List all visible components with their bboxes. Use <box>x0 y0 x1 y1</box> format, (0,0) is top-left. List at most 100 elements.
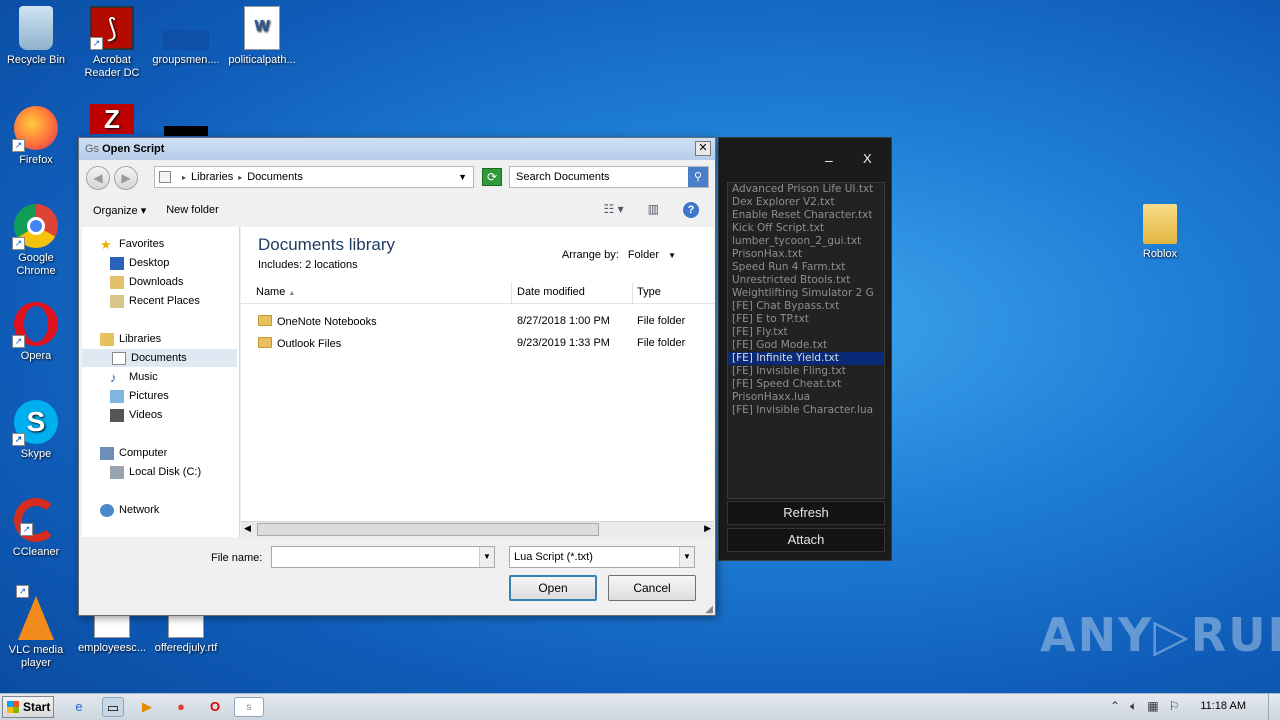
refresh-icon[interactable]: ⟳ <box>482 168 502 186</box>
script-list-item[interactable]: Advanced Prison Life UI.txt <box>728 183 884 196</box>
column-date[interactable]: Date modified <box>517 286 585 298</box>
script-list-item[interactable]: [FE] Invisible Fling.txt <box>728 365 884 378</box>
chrome-taskbar-icon[interactable]: ● <box>170 697 192 717</box>
nav-recent-places[interactable]: Recent Places <box>110 292 200 310</box>
start-button[interactable]: Start <box>2 696 54 718</box>
nav-downloads[interactable]: Downloads <box>110 273 183 291</box>
internet-explorer-icon[interactable]: e <box>68 697 90 717</box>
desktop-icon-vlc[interactable]: ↗ VLC media player <box>0 585 74 670</box>
show-hidden-icons-icon[interactable]: ⌃ <box>1110 699 1120 714</box>
desktop-icon-acrobat[interactable]: ⟆ ↗ Acrobat Reader DC <box>74 6 150 80</box>
chevron-down-icon[interactable]: ▼ <box>458 172 467 182</box>
desktop-icon-chrome[interactable]: ↗ Google Chrome <box>0 204 74 278</box>
volume-icon[interactable]: 🔈︎ <box>1130 699 1137 714</box>
horizontal-scrollbar[interactable]: ◀ ▶ <box>241 521 714 537</box>
view-options-icon[interactable]: ☷ ▾ <box>604 202 624 218</box>
desktop-icon-firefox[interactable]: ↗ Firefox <box>0 106 74 167</box>
file-row[interactable]: OneNote Notebooks 8/27/2018 1:00 PM File… <box>241 312 714 332</box>
preview-pane-icon[interactable]: ▥ <box>648 202 659 218</box>
desktop-icon-recycle-bin[interactable]: Recycle Bin <box>0 6 74 67</box>
resize-grip-icon[interactable]: ◢ <box>705 604 713 615</box>
nav-favorites[interactable]: ★ Favorites <box>100 235 164 253</box>
scroll-right-icon[interactable]: ▶ <box>704 523 711 534</box>
chevron-down-icon[interactable]: ▼ <box>679 547 694 567</box>
desktop-icon-opera[interactable]: ↗ Opera <box>0 302 74 363</box>
attach-button[interactable]: Attach <box>727 528 885 552</box>
close-button[interactable]: X <box>863 151 872 166</box>
file-row[interactable]: Outlook Files 9/23/2019 1:33 PM File fol… <box>241 334 714 354</box>
opera-taskbar-icon[interactable]: O <box>204 697 226 717</box>
open-button[interactable]: Open <box>509 575 597 601</box>
help-icon[interactable]: ? <box>683 202 699 218</box>
address-bar[interactable]: ▸ Libraries ▸ Documents ▼ <box>154 166 474 188</box>
desktop-icon-groupsmen[interactable]: groupsmen.... <box>148 6 224 67</box>
column-name[interactable]: Name ▲ <box>256 286 295 298</box>
script-list-item[interactable]: PrisonHax.txt <box>728 248 884 261</box>
script-list[interactable]: Advanced Prison Life UI.txt Dex Explorer … <box>727 182 885 499</box>
dialog-close-button[interactable]: ✕ <box>695 141 711 156</box>
new-folder-button[interactable]: New folder <box>166 204 219 216</box>
script-list-item[interactable]: [FE] God Mode.txt <box>728 339 884 352</box>
column-divider[interactable] <box>511 282 512 304</box>
organize-button[interactable]: Organize ▾ <box>93 204 146 217</box>
script-list-item[interactable]: [FE] Fly.txt <box>728 326 884 339</box>
breadcrumb-documents[interactable]: Documents <box>247 171 303 183</box>
chevron-down-icon[interactable]: ▼ <box>668 251 676 260</box>
search-input[interactable]: Search Documents ⚲ <box>509 166 709 188</box>
script-list-item[interactable]: lumber_tycoon_2_gui.txt <box>728 235 884 248</box>
script-list-item[interactable]: [FE] Invisible Character.lua <box>728 404 884 417</box>
libraries-icon <box>100 332 114 346</box>
nav-computer[interactable]: Computer <box>100 444 167 462</box>
nav-local-disk[interactable]: Local Disk (C:) <box>110 463 201 481</box>
action-center-flag-icon[interactable]: ⚐ <box>1169 699 1180 714</box>
cancel-button[interactable]: Cancel <box>608 575 696 601</box>
arrange-dropdown[interactable]: Folder <box>628 249 659 261</box>
scrollbar-thumb[interactable] <box>257 523 599 536</box>
file-explorer-icon[interactable]: ▭ <box>102 697 124 717</box>
script-list-item[interactable]: Weightlifting Simulator 2 G <box>728 287 884 300</box>
forward-arrow-icon[interactable]: ▶ <box>114 166 138 190</box>
column-divider[interactable] <box>632 282 633 304</box>
script-list-item[interactable]: [FE] Infinite Yield.txt <box>728 352 884 365</box>
desktop-icon-roblox[interactable]: Roblox <box>1122 204 1198 261</box>
nav-desktop[interactable]: Desktop <box>110 254 169 272</box>
script-list-item[interactable]: Speed Run 4 Farm.txt <box>728 261 884 274</box>
nav-documents[interactable]: Documents <box>82 349 237 367</box>
script-list-item[interactable]: PrisonHaxx.lua <box>728 391 884 404</box>
script-list-item[interactable]: Kick Off Script.txt <box>728 222 884 235</box>
script-list-item[interactable]: Unrestricted Btools.txt <box>728 274 884 287</box>
nav-music[interactable]: ♪ Music <box>110 368 158 386</box>
chevron-down-icon[interactable]: ▼ <box>479 547 494 567</box>
script-list-item[interactable]: [FE] Speed Cheat.txt <box>728 378 884 391</box>
column-type[interactable]: Type <box>637 286 661 298</box>
desktop-icon-ccleaner[interactable]: ↗ CCleaner <box>0 498 74 559</box>
show-desktop-button[interactable] <box>1268 694 1280 720</box>
desktop-icon-politicalpath[interactable]: W politicalpath... <box>224 6 300 67</box>
nav-network[interactable]: Network <box>100 501 159 519</box>
executor-taskbar-icon[interactable]: s <box>234 697 264 717</box>
nav-pictures[interactable]: Pictures <box>110 387 169 405</box>
breadcrumb-libraries[interactable]: Libraries <box>191 171 233 183</box>
script-list-item[interactable]: Dex Explorer V2.txt <box>728 196 884 209</box>
refresh-button[interactable]: Refresh <box>727 501 885 525</box>
firefox-icon: ↗ <box>12 106 58 152</box>
script-list-item[interactable]: [FE] Chat Bypass.txt <box>728 300 884 313</box>
desktop-icon-filezilla[interactable]: Z <box>74 104 150 138</box>
scroll-left-icon[interactable]: ◀ <box>244 523 251 534</box>
file-type: File folder <box>637 337 686 349</box>
network-tray-icon[interactable]: ▦ <box>1147 699 1158 714</box>
filetype-select[interactable]: Lua Script (*.txt) ▼ <box>509 546 695 568</box>
nav-libraries[interactable]: Libraries <box>100 330 161 348</box>
shortcut-arrow-icon: ↗ <box>90 37 103 50</box>
script-list-item[interactable]: [FE] E to TP.txt <box>728 313 884 326</box>
search-icon[interactable]: ⚲ <box>688 167 708 187</box>
script-list-item[interactable]: Enable Reset Character.txt <box>728 209 884 222</box>
library-includes[interactable]: Includes: 2 locations <box>258 259 358 271</box>
filename-field[interactable]: ▼ <box>271 546 495 568</box>
nav-videos[interactable]: Videos <box>110 406 162 424</box>
media-player-icon[interactable]: ▶ <box>136 697 158 717</box>
clock[interactable]: 11:18 AM <box>1200 700 1246 712</box>
back-arrow-icon[interactable]: ◀ <box>86 166 110 190</box>
desktop-icon-skype[interactable]: S ↗ Skype <box>0 400 74 461</box>
minimize-button[interactable]: – <box>825 152 833 168</box>
